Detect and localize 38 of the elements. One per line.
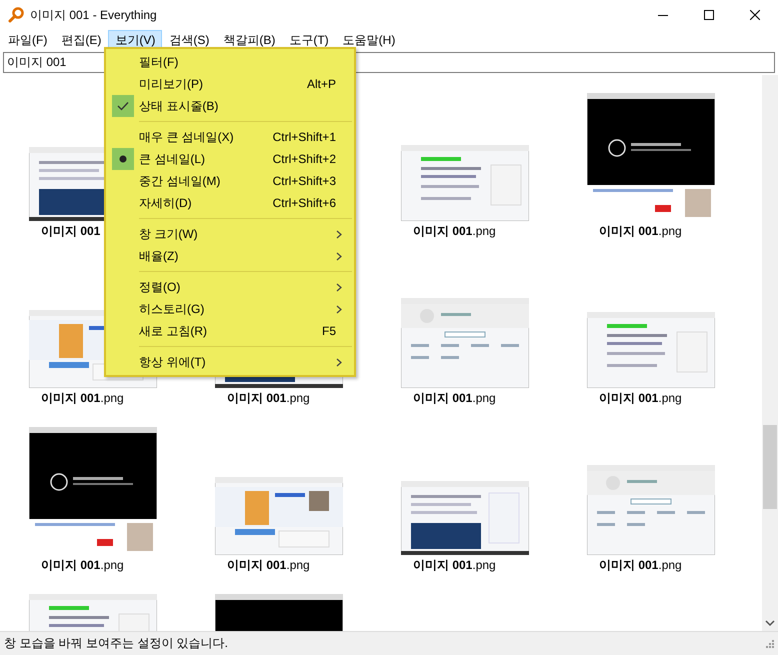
file-name: 이미지 001.png	[599, 390, 682, 407]
shortcut-text: Alt+P	[306, 77, 336, 91]
menu-item[interactable]: 도구(T)	[282, 30, 336, 50]
file-name: 이미지 001.png	[227, 390, 310, 407]
file-name: 이미지 001	[41, 223, 100, 240]
menu-option[interactable]: 정렬(O)	[139, 278, 336, 296]
menu-option[interactable]: 미리보기(P)	[139, 76, 307, 92]
shortcut-text: Ctrl+Shift+3	[272, 174, 336, 188]
menu-option[interactable]: 필터(F)	[139, 54, 354, 70]
menu-item[interactable]: 책갈피(B)	[216, 30, 282, 50]
file-name: 이미지 001.png	[413, 390, 496, 407]
file-name: 이미지 001.png	[41, 390, 124, 407]
menu-option[interactable]: 배율(Z)	[139, 248, 336, 264]
menu-item[interactable]: 도움말(H)	[336, 30, 402, 50]
menu-item[interactable]: 파일(F)	[1, 30, 54, 50]
menu-option[interactable]: 항상 위에(T)	[139, 354, 336, 370]
menu-option[interactable]: 상태 표시줄(B)	[139, 98, 354, 114]
menu-item[interactable]: 검색(S)	[162, 30, 216, 50]
shortcut-text: Ctrl+Shift+2	[272, 152, 336, 166]
menu-option[interactable]: 중간 섬네일(M)	[139, 172, 273, 190]
menu-option[interactable]: 큰 섬네일(L)	[139, 150, 273, 168]
file-name: 이미지 001.png	[599, 223, 682, 240]
shortcut-text: Ctrl+Shift+1	[272, 130, 336, 144]
menu-option[interactable]: 히스토리(G)	[139, 300, 336, 318]
shortcut-text: F5	[322, 324, 336, 338]
menu-option[interactable]: 창 크기(W)	[139, 226, 336, 242]
file-name: 이미지 001.png	[599, 557, 682, 574]
status-text: 창 모습을 바꿔 보여주는 설정이 있습니다.	[4, 635, 228, 652]
file-name: 이미지 001.png	[227, 557, 310, 574]
menu-item[interactable]: 편집(E)	[54, 30, 108, 50]
file-name: 이미지 001.png	[413, 223, 496, 240]
window-title: 이미지 001 - Everything	[30, 6, 158, 24]
file-name: 이미지 001.png	[41, 557, 124, 574]
menu-option[interactable]: 매우 큰 섬네일(X)	[139, 128, 273, 146]
menu-option[interactable]: 새로 고침(R)	[139, 322, 322, 340]
menu-option[interactable]: 자세히(D)	[139, 194, 273, 212]
shortcut-text: Ctrl+Shift+6	[272, 196, 336, 210]
file-name: 이미지 001.png	[413, 557, 496, 574]
